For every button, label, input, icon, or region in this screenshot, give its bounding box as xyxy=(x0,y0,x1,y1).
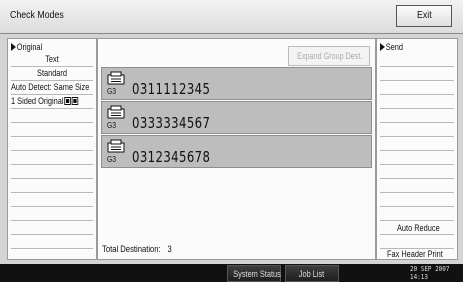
fax-icon xyxy=(107,71,125,85)
divider xyxy=(380,192,454,193)
original-item-sided: 1 Sided Original xyxy=(11,96,79,106)
fax-number: 0333334567 xyxy=(132,114,211,132)
divider xyxy=(11,150,93,151)
total-destination: Total Destination: 3 xyxy=(102,244,172,254)
original-item: Auto Detect: Same Size xyxy=(11,82,90,92)
clock: 20 SEP 2007 14:13 xyxy=(410,265,454,281)
fax-mode-label: G3 xyxy=(107,87,117,96)
divider xyxy=(11,248,93,249)
check-modes-screen: Check Modes Exit Original Text Standard … xyxy=(0,0,463,264)
page-title: Check Modes xyxy=(10,10,64,21)
fax-icon xyxy=(107,139,125,153)
destination-row[interactable]: G3 0311112345 xyxy=(101,67,372,100)
expand-group-dest-label: Expand Group Dest. xyxy=(297,51,363,61)
original-heading-label: Original xyxy=(16,42,43,52)
divider xyxy=(11,206,93,207)
total-destination-label: Total Destination: xyxy=(102,244,161,254)
divider xyxy=(11,122,93,123)
fax-header-print-label: Fax Header Print xyxy=(387,249,443,259)
divider xyxy=(380,108,454,109)
divider xyxy=(11,220,93,221)
divider xyxy=(11,136,93,137)
divider xyxy=(380,80,454,81)
divider xyxy=(11,178,93,179)
divider xyxy=(380,150,454,151)
send-heading: Send xyxy=(380,42,403,52)
divider xyxy=(380,234,454,235)
exit-button-label: Exit xyxy=(416,10,432,21)
divider xyxy=(11,234,93,235)
divider xyxy=(11,192,93,193)
system-status-label: System Status xyxy=(233,269,281,279)
original-heading: Original xyxy=(11,42,42,52)
exit-button[interactable]: Exit xyxy=(396,5,452,27)
job-list-button[interactable]: Job List xyxy=(285,265,339,282)
system-status-button[interactable]: System Status xyxy=(227,265,281,282)
divider xyxy=(11,80,93,81)
original-item: Text xyxy=(45,54,59,64)
fax-mode-label: G3 xyxy=(107,155,117,164)
divider xyxy=(380,122,454,123)
divider xyxy=(380,206,454,207)
send-heading-label: Send xyxy=(385,42,403,52)
divider xyxy=(380,66,454,67)
divider xyxy=(11,94,93,95)
triangle-marker-icon xyxy=(11,43,16,51)
original-orientation-icon xyxy=(71,97,79,105)
destination-row[interactable]: G3 0312345678 xyxy=(101,135,372,168)
divider xyxy=(380,164,454,165)
destination-panel: Expand Group Dest. G3 0311112345 G3 0333… xyxy=(97,38,376,260)
divider xyxy=(11,164,93,165)
divider xyxy=(380,220,454,221)
original-item: Standard xyxy=(37,68,67,78)
taskbar: System Status Job List 20 SEP 2007 14:13 xyxy=(0,264,463,282)
divider xyxy=(11,108,93,109)
fax-mode-label: G3 xyxy=(107,121,117,130)
expand-group-dest-button[interactable]: Expand Group Dest. xyxy=(288,46,370,66)
clock-time: 14:13 xyxy=(410,273,428,281)
auto-reduce-label: Auto Reduce xyxy=(397,223,440,233)
original-orientation-icon xyxy=(64,97,71,105)
clock-date: 20 SEP 2007 xyxy=(410,265,450,273)
original-settings-panel: Original Text Standard Auto Detect: Same… xyxy=(7,38,97,260)
total-destination-value: 3 xyxy=(167,244,172,254)
original-item-label: 1 Sided Original xyxy=(11,96,64,106)
fax-number: 0312345678 xyxy=(132,148,211,166)
divider xyxy=(11,66,93,67)
fax-icon xyxy=(107,105,125,119)
divider xyxy=(380,94,454,95)
job-list-label: Job List xyxy=(299,269,325,279)
send-settings-panel: Send Auto Reduce Fax Header Print xyxy=(376,38,458,260)
destination-row[interactable]: G3 0333334567 xyxy=(101,101,372,134)
divider xyxy=(380,178,454,179)
fax-number: 0311112345 xyxy=(132,80,211,98)
triangle-marker-icon xyxy=(380,43,385,51)
divider xyxy=(380,136,454,137)
title-bar: Check Modes Exit xyxy=(0,0,463,34)
